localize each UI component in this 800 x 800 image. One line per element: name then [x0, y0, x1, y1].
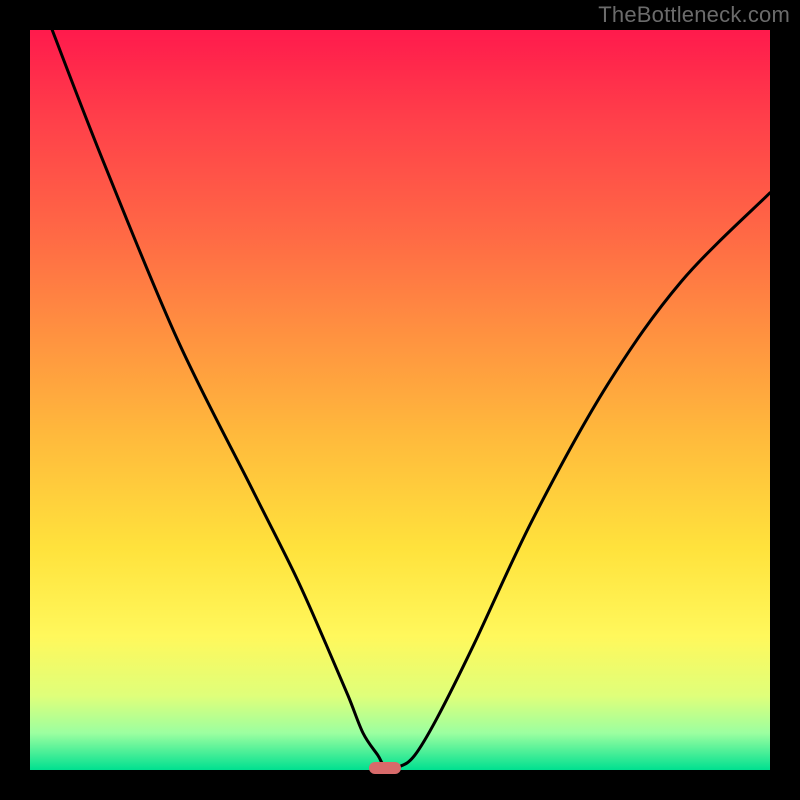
- watermark-text: TheBottleneck.com: [598, 2, 790, 28]
- bottleneck-curve: [30, 30, 770, 770]
- curve-path: [52, 30, 770, 768]
- chart-plot-area: [30, 30, 770, 770]
- optimum-marker: [369, 762, 401, 774]
